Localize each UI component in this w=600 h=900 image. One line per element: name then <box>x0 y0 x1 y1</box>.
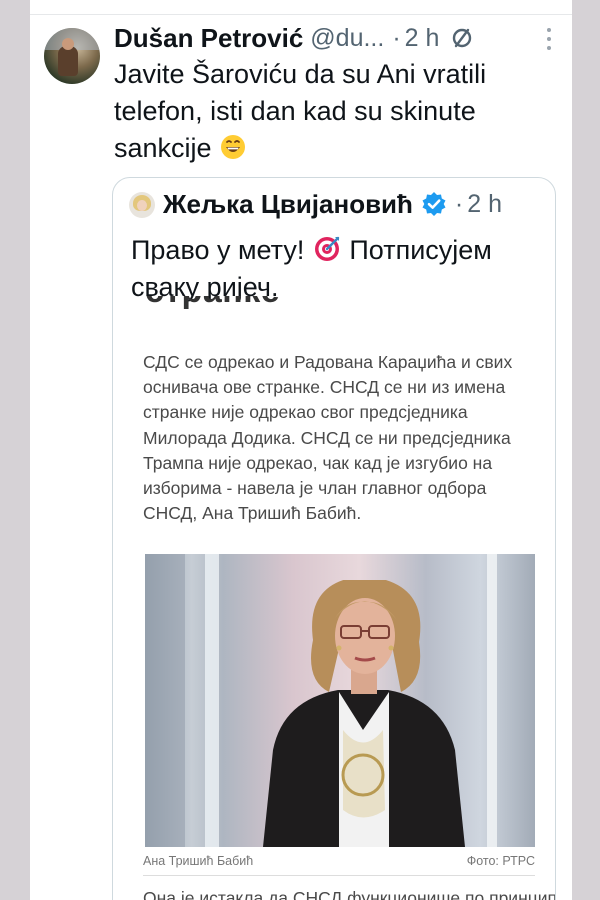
separator-dot: · <box>454 189 464 218</box>
article-heading-text: странке <box>145 296 280 311</box>
quote-avatar[interactable] <box>129 192 155 218</box>
quoted-tweet[interactable]: Жељка Цвијановић · 2 h Право у мету! Пот… <box>112 177 556 900</box>
quote-header: Жељка Цвијановић · 2 h <box>163 186 502 222</box>
direct-hit-target-icon <box>314 236 340 261</box>
article-heading: странке <box>145 296 345 330</box>
divider <box>30 14 572 15</box>
next-paragraph: Она је истакла да СНСД функционише по пр… <box>143 888 556 900</box>
avatar[interactable] <box>44 28 100 84</box>
no-translate-icon[interactable] <box>449 25 475 51</box>
grinning-face-icon <box>221 135 246 159</box>
quote-timestamp[interactable]: 2 h <box>467 190 502 219</box>
quote-text-start: Право у мету! <box>131 235 305 265</box>
tweet-text-body: Javite Šaroviću da su Ani vratili telefo… <box>114 59 487 163</box>
tweet-header: Dušan Petrović @du... · 2 h <box>114 20 475 56</box>
author-name[interactable]: Dušan Petrović <box>114 23 303 54</box>
separator-dot: · <box>392 23 401 52</box>
tweet-text: Javite Šaroviću da su Ani vratili telefo… <box>114 56 554 167</box>
author-handle[interactable]: @du... <box>310 24 384 53</box>
timestamp[interactable]: 2 h <box>405 24 440 53</box>
tweet-card: Dušan Petrović @du... · 2 h Javite Šarov… <box>30 0 572 900</box>
photo-caption: Ана Тришић Бабић Фото: РТРС <box>143 854 535 872</box>
quote-author-name[interactable]: Жељка Цвијановић <box>163 189 413 220</box>
verified-badge-icon <box>422 192 446 216</box>
caption-divider <box>143 875 535 876</box>
photo-caption-name: Ана Тришић Бабић <box>143 854 254 868</box>
article-photo[interactable] <box>145 554 535 847</box>
more-vertical-icon[interactable] <box>546 28 552 50</box>
photo-credit: Фото: РТРС <box>466 854 535 868</box>
quote-text: Право у мету! Потписујем сваку ријеч. <box>131 232 541 306</box>
article-paragraph: СДС се одрекао и Радована Караџића и сви… <box>143 352 513 524</box>
person-illustration <box>263 580 465 847</box>
